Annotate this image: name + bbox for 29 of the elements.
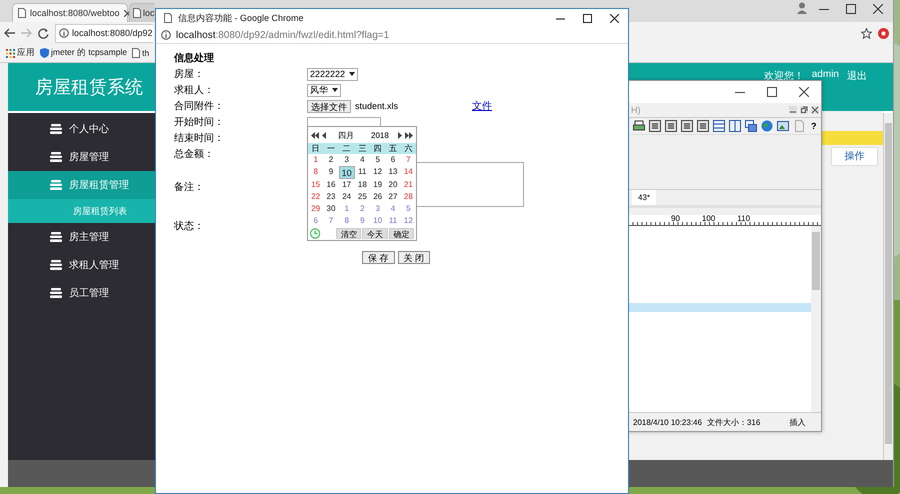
field-label: 房屋： (174, 68, 205, 81)
status-text: 2018/4/10 10:23:46 (633, 418, 702, 426)
weekday-header: 一 (323, 143, 339, 154)
ruler-number: 110 (737, 215, 750, 225)
file-name: student.xls (355, 101, 398, 111)
field-label: 合同附件： (174, 100, 225, 113)
field-label: 总金额： (174, 148, 215, 161)
field-label: 备注： (174, 180, 205, 194)
weekday-header: 六 (400, 143, 416, 154)
ruler-number: 90 (671, 215, 680, 225)
form-heading: 信息处理 (174, 52, 215, 66)
ruler-number: 100 (702, 215, 716, 225)
url-text: localhost:8080/dp92/admin/fwzl/edit.html?flag=1 (176, 30, 390, 40)
weekday-header: 四 (370, 143, 386, 154)
url-text: localhost:8080/dp92 (72, 28, 153, 38)
field-label: 结束时间： (174, 132, 225, 145)
status-text: 插入 (789, 416, 806, 428)
user-name: admin (812, 69, 839, 82)
window-title: 信息内容功能 - Google Chrome (178, 12, 305, 24)
weekday-header: 五 (385, 143, 401, 154)
status-text: 文件大小：316 (706, 416, 760, 428)
field-label: 状态： (174, 220, 205, 233)
weekday-header: 三 (354, 143, 370, 154)
site-title: 房屋租赁系统 (35, 76, 143, 99)
field-label: 求租人： (174, 84, 215, 97)
weekday-header: 日 (308, 143, 324, 154)
weekday-header: 二 (338, 143, 355, 154)
field-label: 开始时间： (174, 116, 225, 129)
column-header: 操作 (831, 147, 878, 166)
